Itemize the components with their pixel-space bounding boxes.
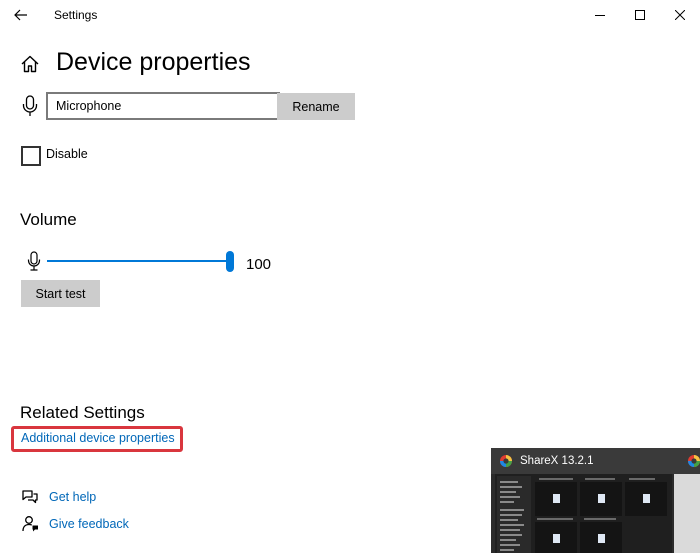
get-help-link[interactable]: Get help (49, 490, 96, 504)
sharex-logo-icon (687, 454, 700, 468)
back-button[interactable] (8, 4, 34, 26)
rename-button[interactable]: Rename (277, 93, 355, 120)
close-button[interactable] (660, 2, 700, 28)
close-icon (675, 10, 685, 20)
maximize-icon (635, 10, 645, 20)
volume-heading: Volume (20, 210, 77, 229)
related-settings-heading: Related Settings (20, 403, 145, 422)
additional-device-properties-link[interactable]: Additional device properties (21, 431, 175, 445)
sharex-sidebar (497, 476, 531, 553)
minimize-icon (595, 15, 605, 16)
minimize-button[interactable] (580, 2, 620, 28)
sharex-window-thumbnail (495, 474, 672, 553)
microphone-icon (27, 251, 41, 271)
device-name-input[interactable] (46, 92, 280, 120)
maximize-button[interactable] (620, 2, 660, 28)
give-feedback-icon (21, 515, 39, 533)
disable-checkbox[interactable] (21, 146, 41, 166)
sharex-window-title: ShareX 13.2.1 (520, 455, 594, 467)
title-bar: Settings (0, 0, 700, 30)
volume-slider-thumb[interactable] (226, 251, 234, 272)
page-title: Device properties (56, 48, 251, 76)
volume-value: 100 (246, 256, 272, 273)
get-help-icon (21, 489, 39, 505)
start-test-button[interactable]: Start test (21, 280, 100, 307)
sharex-preview-header: ShareX 13.2.1 (491, 448, 700, 474)
window-title: Settings (54, 8, 98, 22)
volume-slider-track[interactable] (47, 260, 231, 262)
second-window-thumbnail (674, 474, 700, 553)
disable-label: Disable (46, 147, 88, 161)
microphone-icon (22, 95, 38, 117)
sharex-logo-icon (499, 454, 513, 468)
sharex-preview[interactable]: ShareX 13.2.1 (491, 448, 700, 553)
home-icon[interactable] (20, 54, 40, 74)
give-feedback-link[interactable]: Give feedback (49, 517, 129, 531)
arrow-left-icon (14, 9, 27, 21)
